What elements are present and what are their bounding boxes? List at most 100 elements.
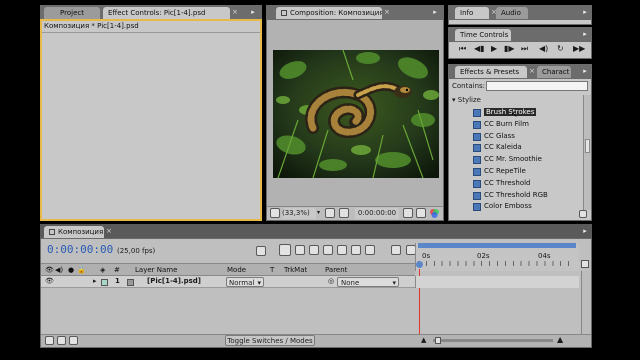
expand-layer-switches-icon[interactable]: [45, 336, 54, 345]
tab-timeline-comp[interactable]: Композиция: [44, 226, 104, 238]
panel-menu-icon[interactable]: ▸: [580, 226, 590, 236]
list-item[interactable]: CC Mr. Smoothie: [449, 154, 583, 166]
table-row[interactable]: 👁 ▸ 1 [Pic[1-4].psd] Normal ▾ ◎ None ▾: [41, 276, 415, 288]
playhead-handle[interactable]: [416, 261, 423, 268]
list-item[interactable]: CC Kaleida: [449, 142, 583, 154]
solo-icon[interactable]: ●: [68, 264, 74, 276]
new-folder-icon[interactable]: [579, 210, 587, 218]
close-icon[interactable]: ×: [384, 8, 390, 16]
previous-frame-icon[interactable]: ◀▮: [474, 44, 485, 53]
list-item[interactable]: CC Threshold RGB: [449, 190, 583, 202]
effects-scrollbar[interactable]: [583, 95, 591, 210]
comp-button[interactable]: [581, 260, 589, 268]
live-update-icon[interactable]: [279, 244, 291, 256]
layer-type-icon: [127, 279, 134, 286]
parent-dropdown[interactable]: None ▾: [337, 277, 399, 287]
ram-preview-icon[interactable]: ▶▶: [573, 44, 585, 53]
time-ruler[interactable]: 0s 02s 04s: [415, 243, 579, 271]
ruler-label: 0s: [422, 252, 431, 260]
composition-viewer[interactable]: [273, 50, 439, 178]
column-mode[interactable]: Mode: [227, 264, 246, 276]
always-preview-icon[interactable]: [270, 208, 280, 218]
chevron-down-icon[interactable]: ▾: [317, 209, 320, 216]
safe-zones-icon[interactable]: [325, 208, 335, 218]
zoom-in-icon[interactable]: ▲: [557, 335, 563, 344]
column-trkmat[interactable]: TrkMat: [284, 264, 307, 276]
lock-icon[interactable]: 🔒: [77, 264, 86, 276]
motion-blur-icon[interactable]: [337, 245, 347, 255]
list-item[interactable]: CC RepeTile: [449, 166, 583, 178]
tab-time-controls[interactable]: Time Controls: [455, 29, 511, 41]
tab-info[interactable]: Info: [455, 7, 489, 19]
comp-mini-flowchart-icon[interactable]: [256, 246, 266, 256]
eye-icon[interactable]: 👁: [45, 277, 54, 285]
show-snapshot-icon[interactable]: [416, 208, 426, 218]
eye-icon[interactable]: 👁: [45, 264, 54, 276]
scroll-thumb[interactable]: [585, 139, 590, 153]
effect-label: CC Threshold RGB: [484, 190, 548, 199]
list-item[interactable]: CC Glass: [449, 131, 583, 143]
toggle-switches-modes-button[interactable]: Toggle Switches / Modes: [225, 335, 315, 346]
mouse-cursor-icon: ↖: [511, 110, 518, 119]
zoom-slider[interactable]: [433, 339, 553, 342]
audio-icon[interactable]: ◀): [55, 264, 63, 276]
panel-menu-icon[interactable]: ▸: [430, 7, 440, 17]
list-item[interactable]: Color Emboss: [449, 201, 583, 213]
column-parent[interactable]: Parent: [325, 264, 347, 276]
zoom-slider-handle[interactable]: [435, 337, 441, 344]
expand-arrow-icon[interactable]: ▸: [93, 277, 97, 285]
tab-project[interactable]: Project: [44, 7, 100, 19]
contains-search-input[interactable]: [486, 81, 588, 91]
expand-inout-icon[interactable]: [69, 336, 78, 345]
work-area-bar[interactable]: [418, 243, 576, 248]
current-time-display[interactable]: 0:00:00:00: [355, 208, 399, 219]
timeline-scrollbar[interactable]: [581, 271, 591, 335]
list-item[interactable]: CC Burn Film: [449, 119, 583, 131]
fx-icon: [473, 132, 481, 141]
tab-character[interactable]: Charact: [537, 66, 571, 78]
tab-effect-controls[interactable]: Effect Controls: Pic[1-4].psd: [103, 7, 230, 19]
mask-visibility-icon[interactable]: [339, 208, 349, 218]
panel-menu-icon[interactable]: ▸: [580, 66, 590, 76]
zoom-dropdown[interactable]: (33,3%): [282, 208, 316, 219]
category-label: Stylize: [457, 96, 481, 104]
audio-icon[interactable]: ◀): [539, 44, 548, 53]
column-layer-name[interactable]: Layer Name: [135, 264, 177, 276]
tab-audio[interactable]: Audio: [496, 7, 528, 19]
panel-menu-icon[interactable]: ▸: [580, 29, 590, 39]
layer-name[interactable]: [Pic[1-4].psd]: [147, 277, 201, 285]
loop-icon[interactable]: ↻: [557, 44, 564, 53]
layer-number: 1: [115, 277, 120, 285]
next-frame-icon[interactable]: ▮▶: [504, 44, 515, 53]
category-row[interactable]: ▾ Stylize: [452, 96, 481, 104]
play-icon[interactable]: ▶: [491, 44, 497, 53]
close-icon[interactable]: ×: [232, 8, 238, 16]
expand-modes-icon[interactable]: [57, 336, 66, 345]
pickwhip-icon[interactable]: ◎: [328, 277, 334, 285]
mode-dropdown[interactable]: Normal ▾: [226, 277, 264, 287]
snapshot-icon[interactable]: [403, 208, 413, 218]
tab-composition[interactable]: Composition: Композиция: [276, 7, 382, 19]
hide-shy-layers-icon[interactable]: [309, 245, 319, 255]
graph-editor-icon[interactable]: [365, 245, 375, 255]
close-icon[interactable]: ×: [529, 67, 535, 75]
color-channels-icon[interactable]: [429, 208, 440, 219]
timeline-timecode[interactable]: 0:00:00:00: [47, 243, 113, 256]
brainstorm-icon[interactable]: [351, 245, 361, 255]
draft-3d-icon[interactable]: [295, 245, 305, 255]
label-color-icon[interactable]: [101, 279, 108, 286]
ruler-label: 04s: [538, 252, 551, 260]
frame-blending-icon[interactable]: [323, 245, 333, 255]
time-marker-icon[interactable]: [391, 245, 401, 255]
tab-effects-presets[interactable]: Effects & Presets: [455, 66, 527, 78]
last-frame-icon[interactable]: ⏭: [521, 44, 528, 54]
first-frame-icon[interactable]: ⏮: [459, 44, 466, 54]
panel-menu-icon[interactable]: ▸: [580, 7, 590, 17]
list-item[interactable]: CC Threshold: [449, 178, 583, 190]
column-t[interactable]: T: [270, 264, 274, 276]
panel-menu-icon[interactable]: ▸: [248, 7, 258, 17]
close-icon[interactable]: ×: [106, 227, 112, 235]
zoom-out-icon[interactable]: ▲: [421, 336, 426, 344]
label-icon[interactable]: ◈: [100, 264, 105, 276]
comp-icon: [281, 10, 287, 16]
